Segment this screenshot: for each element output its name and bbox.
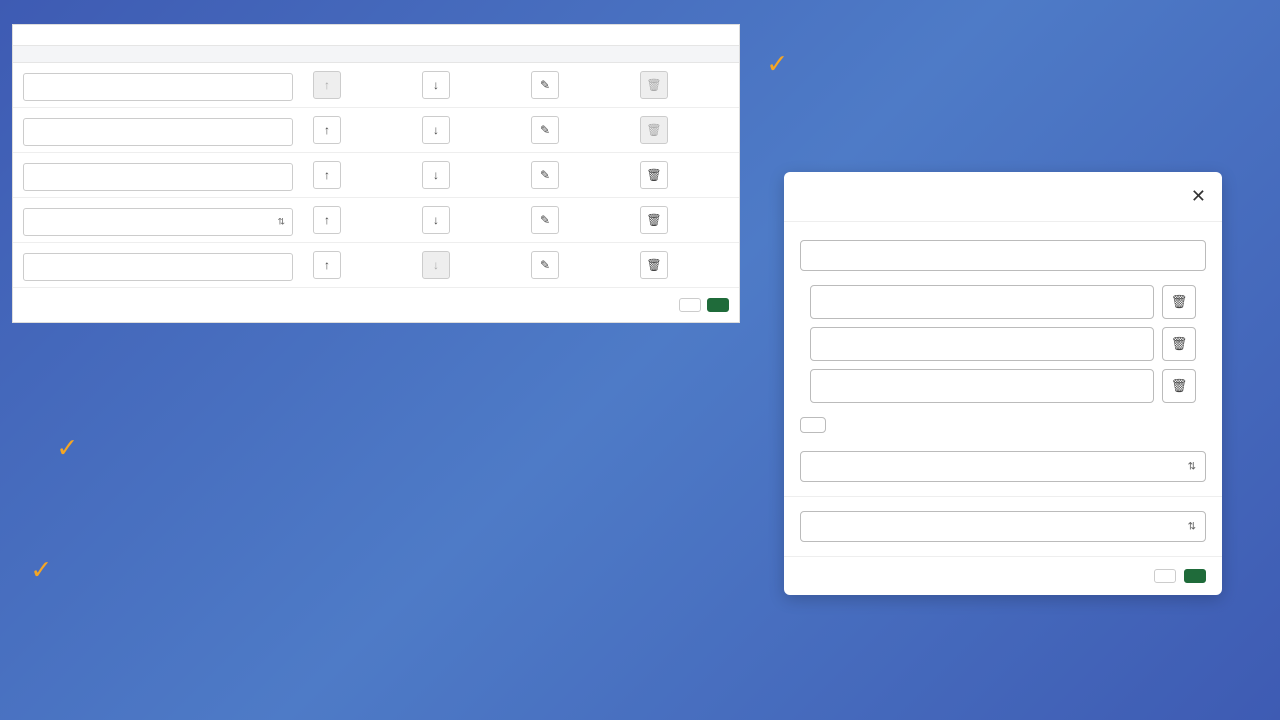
arrow-down-icon: ↓ xyxy=(433,258,439,272)
move-down-button[interactable]: ↓ xyxy=(422,206,450,234)
edit-button[interactable]: ✎ xyxy=(531,161,559,189)
trash-icon: 🗑 xyxy=(646,123,661,137)
col-remove xyxy=(630,46,739,62)
remove-button[interactable]: 🗑 xyxy=(640,206,668,234)
add-option-button[interactable] xyxy=(800,417,826,433)
add-field-button[interactable] xyxy=(679,298,701,312)
check-icon: ✓ xyxy=(768,48,787,86)
move-down-button[interactable]: ↓ xyxy=(422,161,450,189)
remove-button[interactable]: 🗑 xyxy=(640,251,668,279)
option-row: 🗑 xyxy=(810,327,1196,361)
arrow-down-icon: ↓ xyxy=(433,213,439,227)
move-up-button[interactable]: ↑ xyxy=(313,206,341,234)
move-up-button[interactable]: ↑ xyxy=(313,116,341,144)
arrow-up-icon: ↑ xyxy=(324,213,330,227)
col-move-up xyxy=(303,46,412,62)
trash-icon: 🗑 xyxy=(1171,294,1188,310)
option-row: 🗑 xyxy=(810,369,1196,403)
table-row: ↑ ↓ ✎ 🗑 xyxy=(13,198,739,243)
trash-icon: 🗑 xyxy=(646,78,661,92)
move-up-button[interactable]: ↑ xyxy=(313,161,341,189)
move-down-button[interactable]: ↓ xyxy=(422,71,450,99)
remove-button[interactable]: 🗑 xyxy=(640,161,668,189)
option-input[interactable] xyxy=(810,369,1154,403)
field-input-email[interactable] xyxy=(23,118,293,146)
delete-option-button[interactable]: 🗑 xyxy=(1162,327,1196,361)
form-builder-header xyxy=(13,45,739,63)
table-row: ↑ ↓ ✎ 🗑 xyxy=(13,153,739,198)
arrow-up-icon: ↑ xyxy=(324,78,330,92)
field-input-content[interactable] xyxy=(23,253,293,281)
arrow-up-icon: ↑ xyxy=(324,123,330,137)
update-field-modal: ✕ 🗑 🗑 🗑 xyxy=(784,172,1222,595)
close-icon: ✕ xyxy=(1191,186,1206,206)
move-up-button[interactable]: ↑ xyxy=(313,71,341,99)
field-input-name[interactable] xyxy=(23,73,293,101)
move-down-button[interactable]: ↓ xyxy=(422,251,450,279)
arrow-down-icon: ↓ xyxy=(433,78,439,92)
field-input-phone[interactable] xyxy=(23,163,293,191)
table-row: ↑ ↓ ✎ 🗑 xyxy=(13,108,739,153)
arrow-up-icon: ↑ xyxy=(324,168,330,182)
save-button[interactable] xyxy=(1184,569,1206,583)
edit-icon: ✎ xyxy=(540,258,550,272)
option-input[interactable] xyxy=(810,285,1154,319)
arrow-down-icon: ↓ xyxy=(433,168,439,182)
edit-icon: ✎ xyxy=(540,168,550,182)
close-button[interactable]: ✕ xyxy=(1191,186,1206,207)
form-builder-panel: ↑ ↓ ✎ 🗑 ↑ ↓ ✎ 🗑 ↑ ↓ ✎ 🗑 ↑ ↓ xyxy=(12,24,740,323)
modal-footer xyxy=(784,556,1222,595)
delete-option-button[interactable]: 🗑 xyxy=(1162,369,1196,403)
form-builder-title xyxy=(13,25,739,45)
form-builder-footer xyxy=(13,288,739,322)
option-input[interactable] xyxy=(810,327,1154,361)
edit-button[interactable]: ✎ xyxy=(531,251,559,279)
remove-button[interactable]: 🗑 xyxy=(640,116,668,144)
option-row: 🗑 xyxy=(810,285,1196,319)
field-select-job[interactable] xyxy=(23,208,293,236)
remove-button[interactable]: 🗑 xyxy=(640,71,668,99)
preview-select[interactable] xyxy=(800,511,1206,542)
delete-option-button[interactable]: 🗑 xyxy=(1162,285,1196,319)
cancel-button[interactable] xyxy=(1154,569,1176,583)
trash-icon: 🗑 xyxy=(1171,378,1188,394)
is-required-select[interactable] xyxy=(800,451,1206,482)
check-icon: ✓ xyxy=(32,554,51,592)
trash-icon: 🗑 xyxy=(646,213,661,227)
move-up-button[interactable]: ↑ xyxy=(313,251,341,279)
options-list: 🗑 🗑 🗑 xyxy=(800,285,1206,403)
check-icon: ✓ xyxy=(58,432,77,470)
col-field xyxy=(13,46,303,62)
trash-icon: 🗑 xyxy=(646,168,661,182)
arrow-up-icon: ↑ xyxy=(324,258,330,272)
table-row: ↑ ↓ ✎ 🗑 xyxy=(13,63,739,108)
trash-icon: 🗑 xyxy=(646,258,661,272)
table-row: ↑ ↓ ✎ 🗑 xyxy=(13,243,739,288)
col-edit xyxy=(521,46,630,62)
edit-button[interactable]: ✎ xyxy=(531,206,559,234)
edit-icon: ✎ xyxy=(540,78,550,92)
edit-button[interactable]: ✎ xyxy=(531,116,559,144)
trash-icon: 🗑 xyxy=(1171,336,1188,352)
modal-header: ✕ xyxy=(784,172,1222,222)
save-button[interactable] xyxy=(707,298,729,312)
edit-icon: ✎ xyxy=(540,213,550,227)
edit-icon: ✎ xyxy=(540,123,550,137)
edit-button[interactable]: ✎ xyxy=(531,71,559,99)
arrow-down-icon: ↓ xyxy=(433,123,439,137)
col-move-down xyxy=(412,46,521,62)
move-down-button[interactable]: ↓ xyxy=(422,116,450,144)
field-label-input[interactable] xyxy=(800,240,1206,271)
